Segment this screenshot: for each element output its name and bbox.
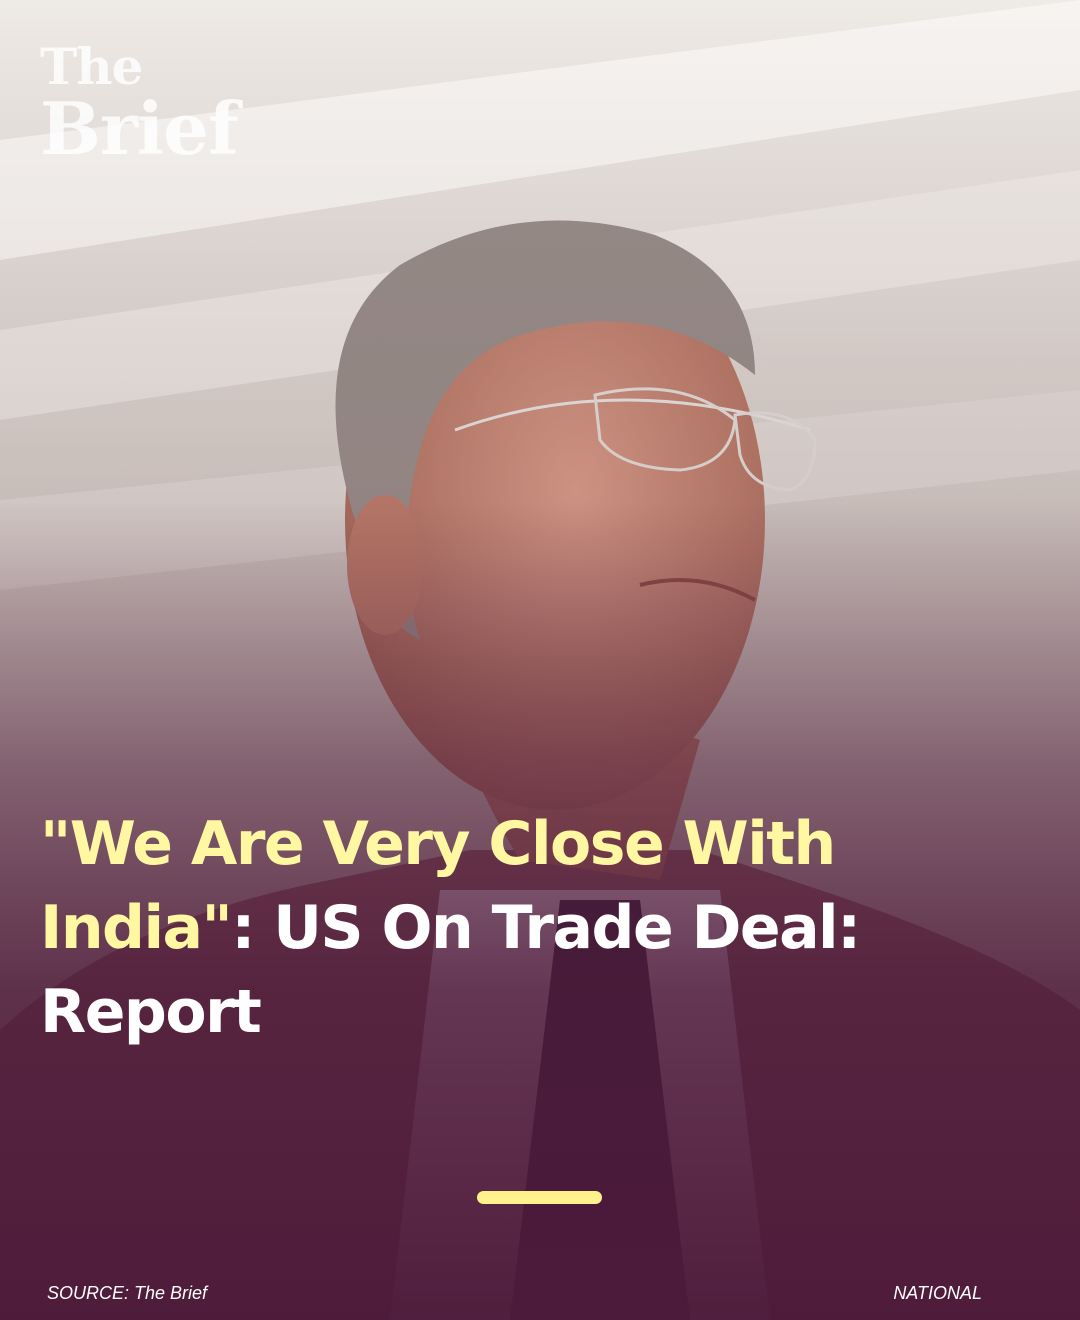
story-card: The Brief "We Are Very Close With India"…	[0, 0, 1080, 1320]
headline: "We Are Very Close With India": US On Tr…	[40, 802, 1040, 1054]
brand-logo: The Brief	[40, 40, 239, 171]
brand-logo-line2: Brief	[40, 86, 239, 171]
hero-photo	[0, 0, 1080, 1320]
category-label: NATIONAL	[893, 1283, 982, 1303]
slide-indicator	[477, 1191, 602, 1204]
source-label: SOURCE: The Brief	[47, 1283, 208, 1303]
